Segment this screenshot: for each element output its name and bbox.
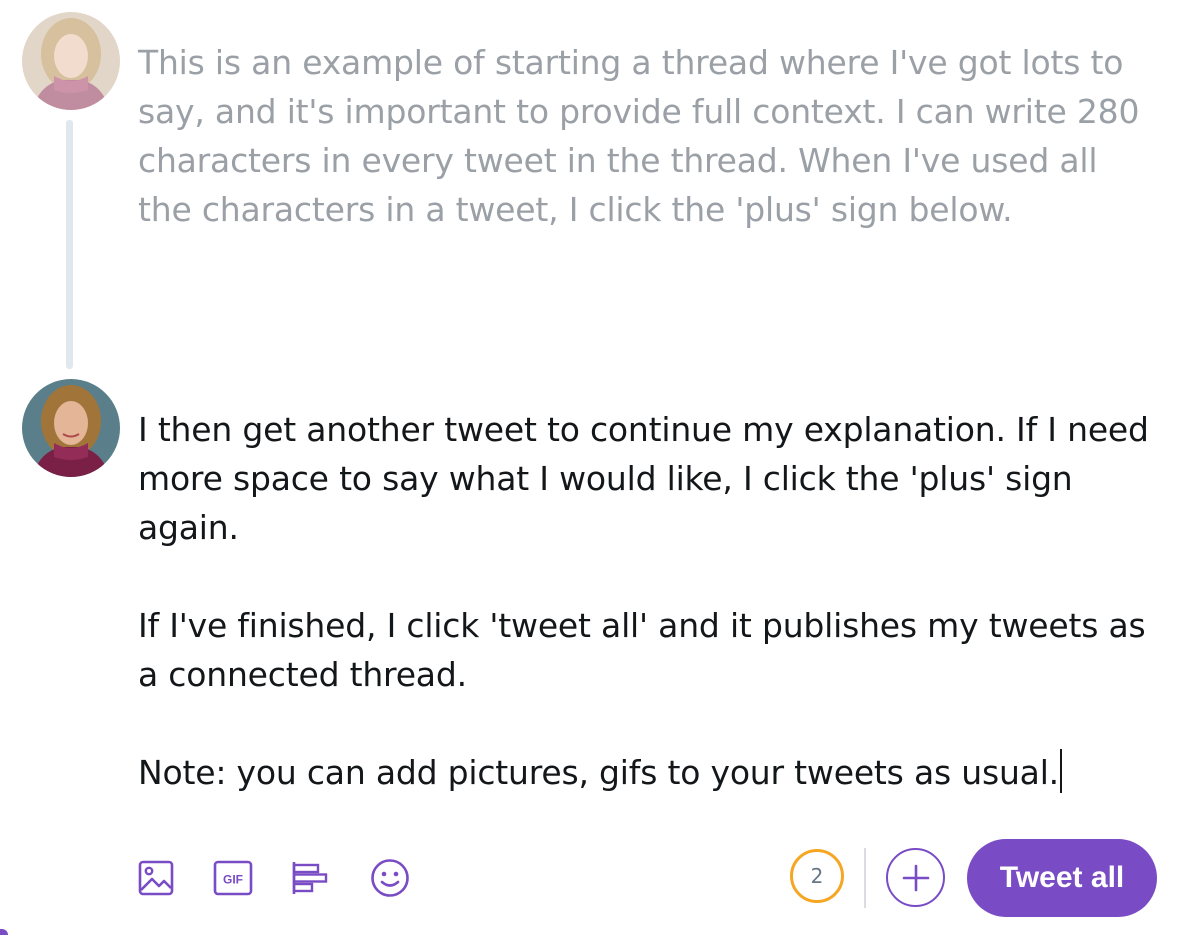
tweet-text-inactive[interactable]: This is an example of starting a thread … [138,38,1158,234]
emoji-icon [371,859,409,897]
poll-button[interactable] [290,858,330,898]
thread-composer: This is an example of starting a thread … [0,0,1180,935]
emoji-button[interactable] [370,858,410,898]
tweet-text-content: I then get another tweet to continue my … [138,410,1149,792]
gif-icon: GIF [213,860,253,896]
image-icon [138,860,174,896]
gif-button[interactable]: GIF [213,858,253,898]
plus-icon [902,864,929,891]
modal-corner-edge [0,929,8,935]
composer-toolbar: GIF 2 Tweet all [0,838,1180,918]
add-tweet-button[interactable] [886,848,945,907]
svg-text:GIF: GIF [223,873,243,887]
tweet-count-indicator: 2 [790,849,844,903]
tweet-text-active[interactable]: I then get another tweet to continue my … [138,405,1158,797]
avatar [22,379,120,477]
poll-icon [292,862,328,894]
avatar [22,12,120,110]
tweet-all-button[interactable]: Tweet all [967,839,1157,917]
image-button[interactable] [136,858,176,898]
text-caret [1059,749,1062,793]
tweet-count-value: 2 [810,864,824,888]
toolbar-divider [864,848,866,908]
thread-connector-line [66,120,73,369]
